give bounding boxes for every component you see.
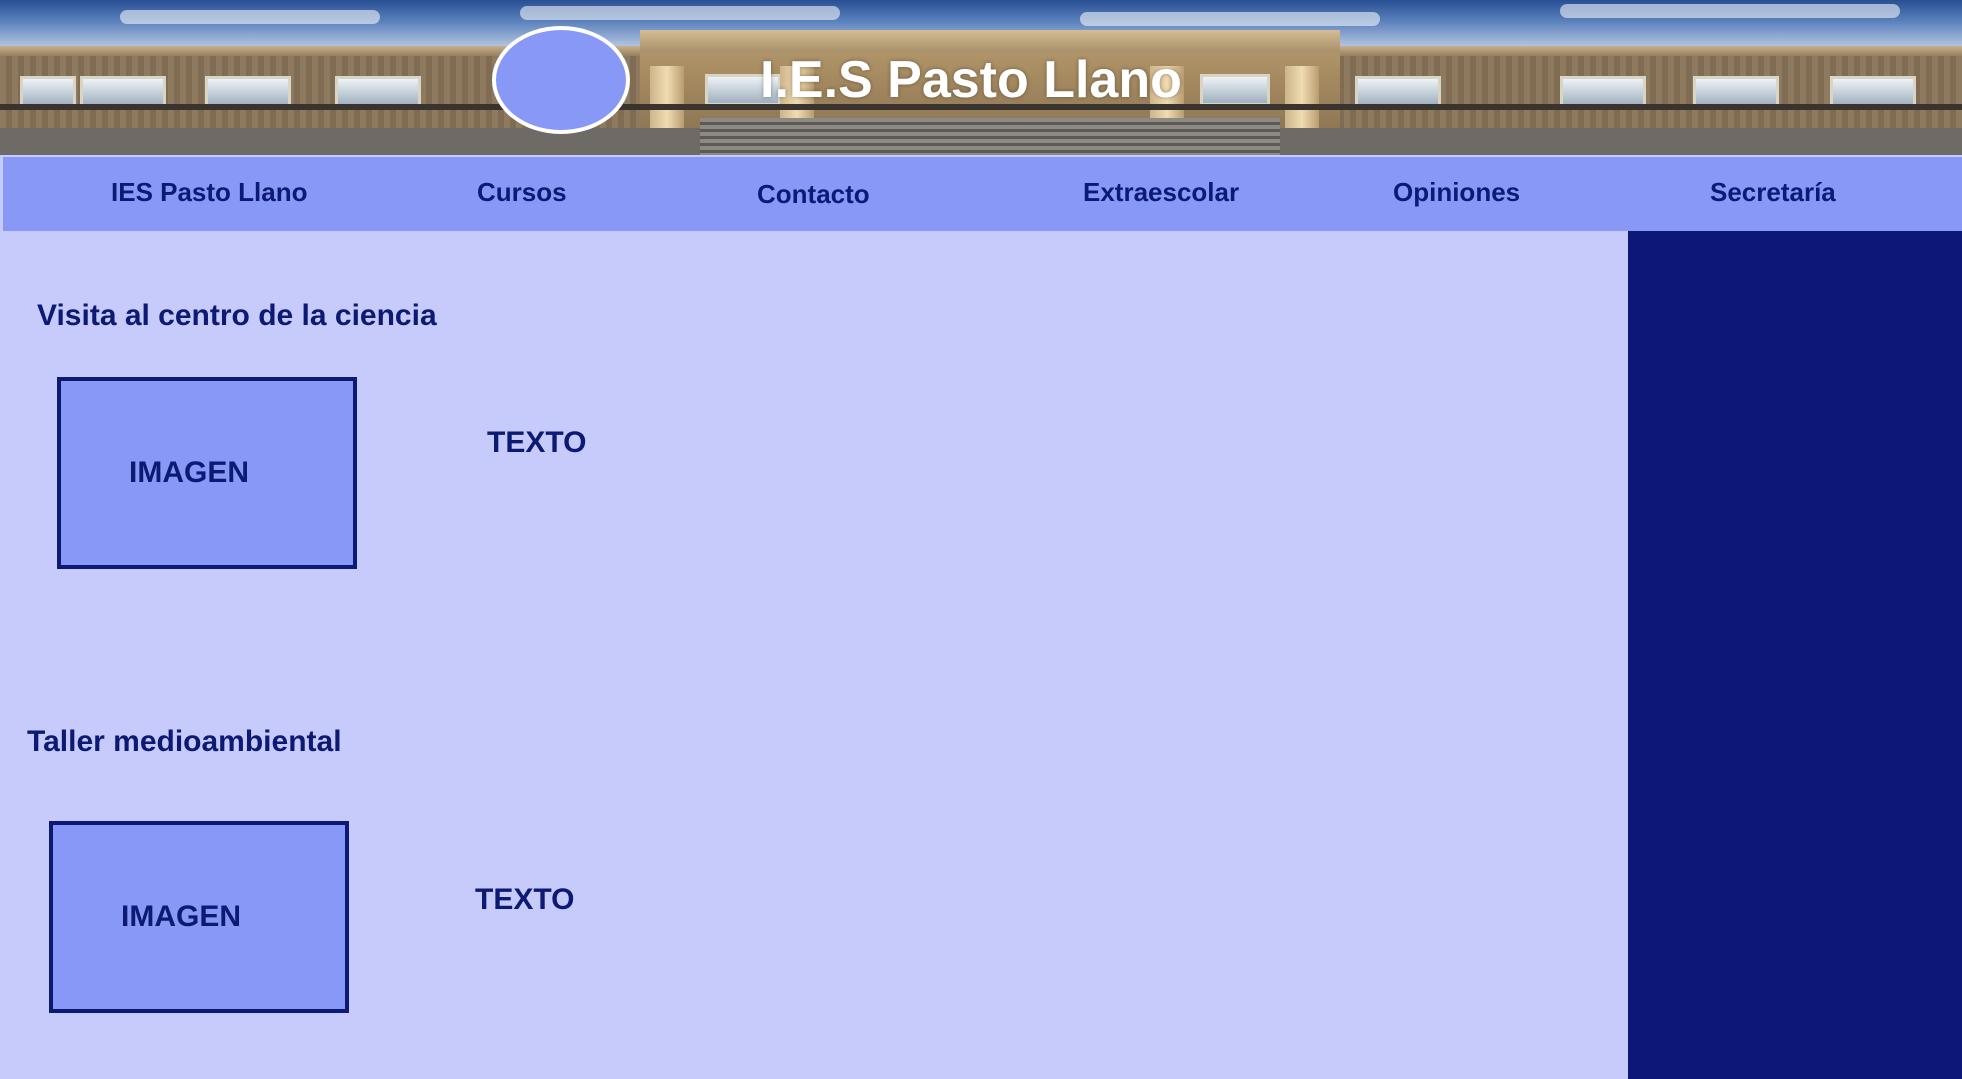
- header-banner: I.E.S Pasto Llano: [0, 0, 1962, 155]
- image-label: IMAGEN: [121, 900, 241, 933]
- nav-item-opiniones[interactable]: Opiniones: [1393, 177, 1520, 208]
- building-window: [1200, 74, 1270, 106]
- cloud: [1560, 4, 1900, 18]
- cloud: [1080, 12, 1380, 26]
- site-title: I.E.S Pasto Llano: [760, 51, 1182, 109]
- nav-item-contacto[interactable]: Contacto: [757, 179, 870, 210]
- building-column: [1285, 66, 1319, 128]
- image-placeholder: IMAGEN: [57, 377, 357, 569]
- section-title: Visita al centro de la ciencia: [37, 299, 437, 332]
- sidebar-panel: [1628, 231, 1962, 1079]
- nav-item-extraescolar[interactable]: Extraescolar: [1083, 177, 1239, 208]
- image-placeholder: IMAGEN: [49, 821, 349, 1013]
- building-pediment: [640, 30, 1340, 52]
- building-column: [650, 66, 684, 128]
- main-nav: IES Pasto Llano Cursos Contacto Extraesc…: [3, 157, 1962, 231]
- section-title: Taller medioambiental: [27, 725, 342, 758]
- section-text: TEXTO: [475, 883, 575, 916]
- nav-item-cursos[interactable]: Cursos: [477, 177, 567, 208]
- nav-item-ies-pasto-llano[interactable]: IES Pasto Llano: [111, 177, 308, 208]
- section-text: TEXTO: [487, 426, 587, 459]
- building-stairs: [700, 118, 1280, 155]
- image-label: IMAGEN: [129, 456, 249, 489]
- main-content: Visita al centro de la ciencia IMAGEN TE…: [0, 231, 1628, 1079]
- cloud: [520, 6, 840, 20]
- site-logo[interactable]: [492, 26, 630, 134]
- nav-item-secretaria[interactable]: Secretaría: [1710, 177, 1836, 208]
- cloud: [120, 10, 380, 24]
